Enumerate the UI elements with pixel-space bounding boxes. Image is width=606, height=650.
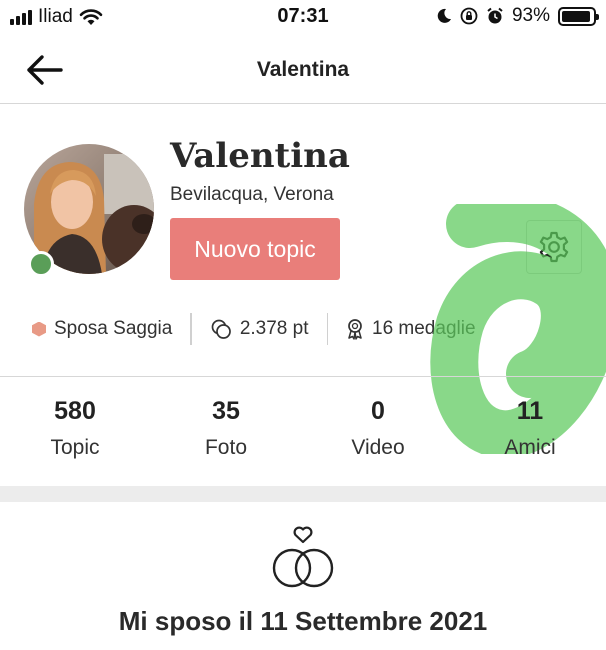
points-chip[interactable]: 2.378 pt [210,318,309,340]
settings-button[interactable] [526,220,582,274]
battery-percent: 93% [511,5,550,26]
wedding-card: Mi sposo il 11 Settembre 2021 [0,502,606,650]
moon-icon [437,8,451,23]
status-right: 93% [436,5,599,27]
divider [190,313,192,345]
count-label: Topic [50,436,100,459]
count-foto[interactable]: 35 Foto [151,397,301,460]
medal-icon [348,319,362,340]
profile-location: Bevilacqua, Verona [170,184,334,205]
count-value: 11 [516,397,544,425]
profile-stats: Sposa Saggia 2.378 pt 16 medaglie [32,313,476,345]
profile-header: Valentina Bevilacqua, Verona Nuovo topic… [0,104,606,454]
count-amici[interactable]: 11 Amici [455,397,605,460]
count-label: Foto [204,436,248,459]
medals-label: 16 medaglie [372,318,476,339]
coins-icon [211,319,231,339]
rank-chip[interactable]: Sposa Saggia [32,318,172,340]
nav-bar: Valentina [0,36,606,104]
divider [326,313,328,345]
medals-chip[interactable]: 16 medaglie [346,318,476,340]
section-separator [0,486,606,502]
profile-counts: 580 Topic 35 Foto 0 Video 11 Amici [0,376,606,486]
battery-fill [562,10,590,22]
count-video[interactable]: 0 Video [303,397,453,460]
wedding-rings-icon [272,526,334,588]
rank-label: Sposa Saggia [54,318,173,339]
count-topic[interactable]: 580 Topic [0,397,150,460]
online-status-indicator [28,251,54,277]
gear-icon [539,231,569,263]
count-value: 0 [371,397,385,425]
profile-name: Valentina [170,136,350,176]
count-label: Amici [504,436,556,459]
new-topic-button[interactable]: Nuovo topic [170,218,340,280]
battery-icon [558,6,599,26]
count-value: 35 [212,397,240,425]
wedding-date-text: Mi sposo il 11 Settembre 2021 [118,606,488,636]
alarm-icon [487,7,503,24]
hexagon-icon [32,321,46,337]
count-value: 580 [54,397,96,425]
page-title: Valentina [256,58,350,81]
points-label: 2.378 pt [239,318,309,339]
avatar-wrap [24,144,154,277]
count-label: Video [351,436,405,459]
orientation-lock-icon [460,7,478,25]
status-bar: Iliad 07:31 93% [0,0,606,36]
